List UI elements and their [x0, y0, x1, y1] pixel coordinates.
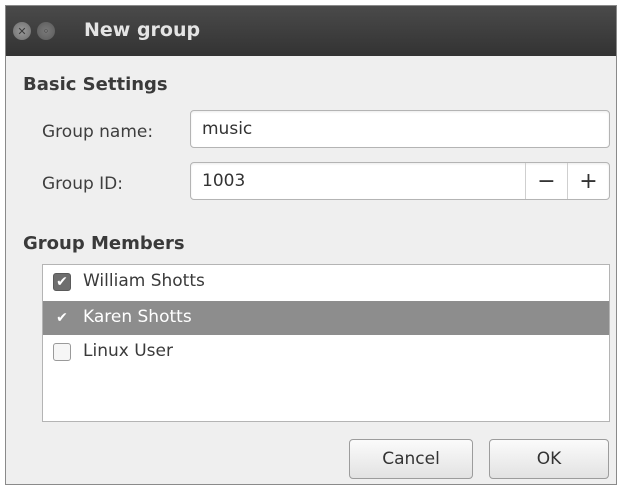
title-bar: ✕ ◦ New group	[6, 6, 616, 56]
group-name-label: Group name:	[42, 122, 154, 142]
group-id-value: 1003	[202, 171, 246, 191]
close-icon[interactable]: ✕	[13, 22, 31, 40]
member-checkbox[interactable]: ✔	[53, 273, 71, 291]
member-name: Karen Shotts	[83, 307, 192, 327]
cancel-button[interactable]: Cancel	[349, 439, 473, 479]
group-name-value: music	[202, 119, 253, 139]
group-members-heading: Group Members	[23, 233, 185, 254]
new-group-dialog: ✕ ◦ New group Basic Settings Group name:…	[5, 5, 617, 485]
member-row-karen-shotts[interactable]: ✔ Karen Shotts	[43, 301, 609, 335]
minimize-icon[interactable]: ◦	[37, 22, 55, 40]
group-members-list[interactable]: ✔ William Shotts ✔ Karen Shotts Linux Us…	[42, 264, 610, 422]
member-row-william-shotts[interactable]: ✔ William Shotts	[43, 265, 609, 299]
basic-settings-heading: Basic Settings	[23, 74, 168, 95]
check-icon: ✔	[56, 310, 68, 326]
group-id-label: Group ID:	[42, 174, 123, 194]
group-name-input[interactable]: music	[190, 110, 610, 148]
member-name: William Shotts	[83, 271, 205, 291]
increment-button[interactable]: +	[567, 163, 609, 199]
ok-button[interactable]: OK	[489, 439, 609, 479]
member-name: Linux User	[83, 341, 173, 361]
member-checkbox[interactable]	[53, 343, 71, 361]
decrement-button[interactable]: −	[525, 163, 567, 199]
check-icon: ✔	[56, 274, 68, 290]
group-id-spinner[interactable]: 1003 − +	[190, 162, 610, 200]
member-checkbox[interactable]: ✔	[53, 309, 71, 327]
member-row-linux-user[interactable]: Linux User	[43, 335, 609, 369]
window-title: New group	[84, 19, 201, 41]
